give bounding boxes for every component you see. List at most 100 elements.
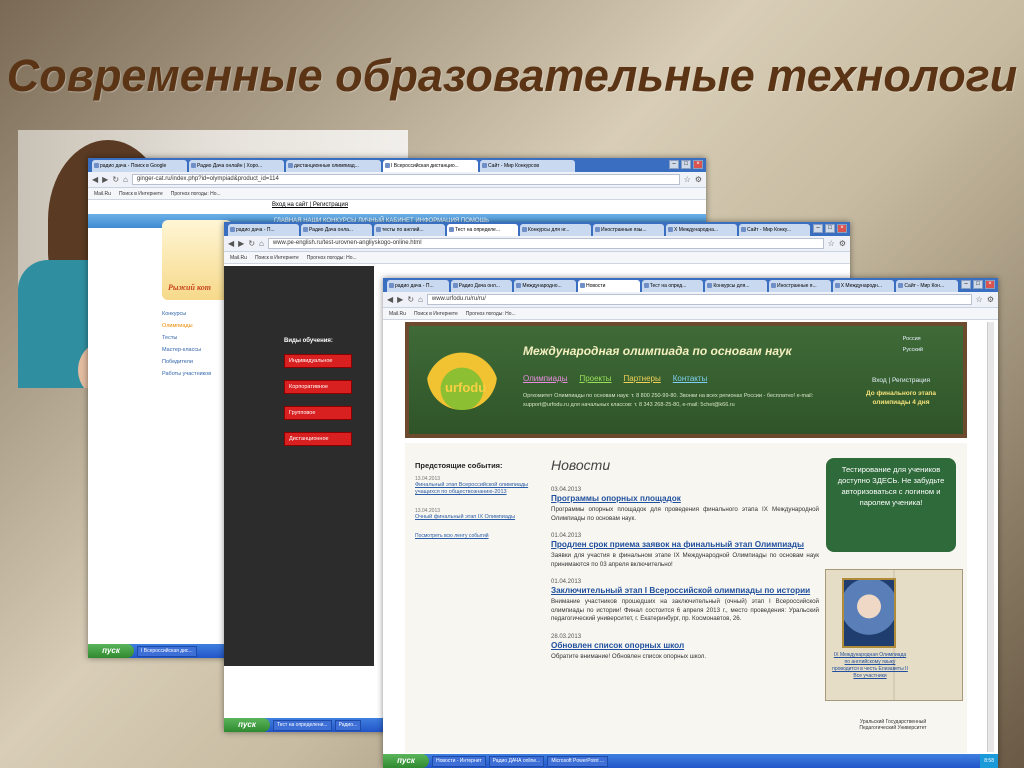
student-test-banner[interactable]: Тестирование для учеников доступно ЗДЕСЬ… — [826, 458, 956, 552]
reload-icon[interactable]: ↻ — [248, 239, 255, 248]
tab[interactable]: дистанционные олимпиад... — [286, 160, 381, 172]
tab[interactable]: Сайт - Мир Конку... — [739, 224, 810, 236]
lang-russian[interactable]: Русский — [903, 345, 923, 356]
tab[interactable]: Радио Дача онлайн | Хоро... — [189, 160, 284, 172]
menu-contacts[interactable]: Контакты — [673, 374, 708, 383]
address-bar[interactable]: ginger-cat.ru/index.php?id=olympiad&prod… — [131, 174, 680, 185]
maximize-icon[interactable]: □ — [681, 160, 691, 169]
close-icon[interactable]: × — [985, 280, 995, 289]
close-icon[interactable]: × — [837, 224, 847, 233]
tab[interactable]: радио дача - П... — [228, 224, 299, 236]
bookmark[interactable]: Поиск в Интернете — [414, 308, 458, 319]
bookmark[interactable]: Прогноз погоды: Но... — [307, 252, 357, 263]
tab[interactable]: X Международна... — [666, 224, 737, 236]
news-link[interactable]: Программы опорных площадок — [551, 494, 819, 503]
start-button[interactable]: пуск — [88, 644, 134, 658]
tab[interactable]: радио дача - Поиск в Google — [92, 160, 187, 172]
tab-active[interactable]: I Всероссийская дистанцио... — [383, 160, 478, 172]
forward-icon[interactable]: ▶ — [238, 239, 244, 248]
lang-russia[interactable]: Россия — [903, 334, 923, 345]
back-icon[interactable]: ◀ — [92, 175, 98, 184]
sidebar-item[interactable]: Победители — [162, 356, 211, 368]
bookmark[interactable]: Поиск в Интернете — [119, 188, 163, 199]
maximize-icon[interactable]: □ — [973, 280, 983, 289]
site-logo[interactable]: Рыжий кот — [162, 220, 232, 300]
taskbar-button[interactable]: I Всероссийская дис... — [137, 645, 197, 657]
news-link[interactable]: Заключительный этап I Всероссийской олим… — [551, 586, 819, 595]
sidebar-item[interactable]: Тесты — [162, 332, 211, 344]
menu-projects[interactable]: Проекты — [579, 374, 611, 383]
bookmark[interactable]: Прогноз погоды: Но... — [466, 308, 516, 319]
bookmark[interactable]: Mail.Ru — [230, 252, 247, 263]
urfodu-logo[interactable]: urfodu — [427, 340, 497, 410]
minimize-icon[interactable]: – — [669, 160, 679, 169]
tab[interactable]: Международно... — [514, 280, 577, 292]
tab[interactable]: Сайт - Мир Конкурсов — [480, 160, 575, 172]
start-button[interactable]: пуск — [383, 754, 429, 768]
sidebar-item[interactable]: Олимпиады — [162, 320, 211, 332]
english-olympiad-book[interactable]: IX Международная Олимпиада по английском… — [825, 569, 963, 701]
wrench-icon[interactable]: ⚙ — [695, 175, 702, 184]
scrollbar[interactable] — [987, 322, 994, 752]
home-icon[interactable]: ⌂ — [123, 175, 128, 184]
menu-olympiads[interactable]: Олимпиады — [523, 374, 567, 383]
reload-icon[interactable]: ↻ — [407, 295, 414, 304]
wrench-icon[interactable]: ⚙ — [839, 239, 846, 248]
bookmark[interactable]: Поиск в Интернете — [255, 252, 299, 263]
home-icon[interactable]: ⌂ — [259, 239, 264, 248]
taskbar-button[interactable]: Радио ДАЧА online... — [488, 755, 545, 767]
tab[interactable]: радио дача - П... — [387, 280, 449, 292]
star-icon[interactable]: ☆ — [828, 239, 835, 248]
tab[interactable]: Радио Дача онл... — [450, 280, 513, 292]
bookmark[interactable]: Mail.Ru — [389, 308, 406, 319]
tab[interactable]: Конкурсы для нг... — [520, 224, 591, 236]
corporate-button[interactable]: Корпоративное — [284, 380, 352, 394]
tab[interactable]: Конкурсы для... — [705, 280, 768, 292]
sidebar-item[interactable]: Мастер-классы — [162, 344, 211, 356]
login-links[interactable]: Вход на сайт | Регистрация — [272, 202, 348, 208]
group-button[interactable]: Групповое — [284, 406, 352, 420]
tab[interactable]: Радио Дача онла... — [301, 224, 372, 236]
address-bar[interactable]: www.pe-english.ru/test-urovnen-angliysko… — [267, 238, 824, 249]
tab[interactable]: Сайт - Мир Кон... — [896, 280, 959, 292]
tab-active[interactable]: Тест на определе... — [447, 224, 518, 236]
star-icon[interactable]: ☆ — [684, 175, 691, 184]
back-icon[interactable]: ◀ — [228, 239, 234, 248]
taskbar-button[interactable]: Новости - Интернет — [432, 755, 486, 767]
tab-active[interactable]: Новости — [578, 280, 640, 292]
distance-button[interactable]: Дистанционное — [284, 432, 352, 446]
bookmark[interactable]: Mail.Ru — [94, 188, 111, 199]
event-link[interactable]: Финальный этап Всероссийской олимпиады у… — [415, 482, 533, 496]
all-events-link[interactable]: Посмотреть всю ленту событий — [415, 533, 533, 539]
individual-button[interactable]: Индивидуальное — [284, 354, 352, 368]
start-button[interactable]: пуск — [224, 718, 270, 732]
maximize-icon[interactable]: □ — [825, 224, 835, 233]
tab[interactable]: Иностранные язы... — [593, 224, 664, 236]
menu-partners[interactable]: Партнеры — [624, 374, 661, 383]
book-link[interactable]: IX Международная Олимпиада по английском… — [832, 652, 908, 680]
sidebar-item[interactable]: Конкурсы — [162, 308, 211, 320]
tab[interactable]: Иностранные я... — [769, 280, 831, 292]
browser-window-urfodu[interactable]: радио дача - П... Радио Дача онл... Межд… — [383, 278, 998, 768]
tab[interactable]: Тест на опред... — [641, 280, 704, 292]
event-link[interactable]: Очный финальный этап IX Олимпиады — [415, 514, 533, 521]
news-link[interactable]: Продлен срок приема заявок на финальный … — [551, 540, 819, 549]
tab[interactable]: X Международн... — [832, 280, 895, 292]
back-icon[interactable]: ◀ — [387, 295, 393, 304]
taskbar-button[interactable]: Радио... — [334, 719, 362, 731]
taskbar-button[interactable]: Тест на определени... — [273, 719, 332, 731]
minimize-icon[interactable]: – — [813, 224, 823, 233]
tab[interactable]: тесты по англий... — [374, 224, 445, 236]
news-link[interactable]: Обновлен список опорных школ — [551, 641, 819, 650]
reload-icon[interactable]: ↻ — [112, 175, 119, 184]
forward-icon[interactable]: ▶ — [397, 295, 403, 304]
star-icon[interactable]: ☆ — [976, 295, 983, 304]
bookmark[interactable]: Прогноз погоды: Но... — [171, 188, 221, 199]
sidebar-item[interactable]: Работы участников — [162, 368, 211, 380]
home-icon[interactable]: ⌂ — [418, 295, 423, 304]
auth-links[interactable]: Вход | Регистрация — [853, 376, 949, 385]
address-bar[interactable]: www.urfodu.ru/ru/ru/ — [426, 294, 972, 305]
wrench-icon[interactable]: ⚙ — [987, 295, 994, 304]
minimize-icon[interactable]: – — [961, 280, 971, 289]
forward-icon[interactable]: ▶ — [102, 175, 108, 184]
